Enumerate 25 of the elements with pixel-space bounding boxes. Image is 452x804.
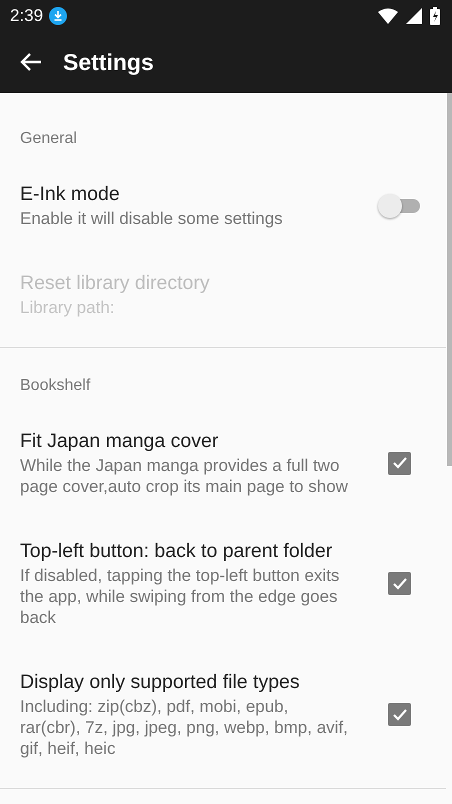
back-arrow-icon[interactable]: [20, 52, 42, 72]
wifi-icon: [378, 8, 398, 24]
setting-title: Top-left button: back to parent folder: [20, 539, 334, 563]
setting-title: E-Ink mode: [20, 182, 121, 206]
setting-summary: While the Japan manga provides a full two page cover,auto crop its main page to show: [20, 455, 349, 497]
setting-title: Fit Japan manga cover: [20, 429, 220, 453]
battery-icon: [430, 6, 440, 24]
status-time: 2:39: [10, 6, 44, 26]
check-icon: [392, 456, 408, 470]
toggle-switch[interactable]: [378, 192, 420, 218]
setting-summary: If disabled, tapping the top-left button exits the app, while swiping from the edge goes back: [20, 565, 340, 628]
download-icon: [49, 6, 68, 24]
section-header: General: [19, 129, 78, 149]
checkbox[interactable]: [388, 572, 411, 595]
signal-icon: [406, 8, 422, 24]
check-icon: [392, 576, 408, 590]
setting-summary: Enable it will disable some settings: [20, 208, 284, 229]
setting-title: Reset library directory: [20, 271, 211, 295]
setting-summary: Including: zip(cbz), pdf, mobi, epub, rar(cbr), 7z, jpg, jpeg, png, webp, bmp, avif, gif, heif, heic: [20, 696, 349, 759]
section-header: Bookshelf: [19, 376, 92, 396]
screen-title: Settings: [63, 48, 154, 76]
setting-title: Display only supported file types: [20, 670, 301, 694]
checkbox[interactable]: [388, 703, 411, 726]
check-icon: [392, 708, 408, 722]
checkbox[interactable]: [388, 452, 411, 474]
